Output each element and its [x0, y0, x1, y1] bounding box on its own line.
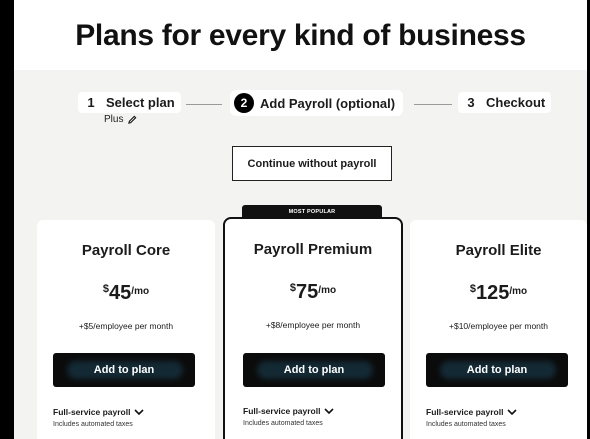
page: Plans for every kind of business 1 Selec… — [14, 0, 587, 439]
price-period: /mo — [509, 286, 528, 297]
continue-without-payroll-button[interactable]: Continue without payroll — [232, 146, 392, 181]
chevron-down-icon — [507, 409, 518, 415]
selected-plan-name: Plus — [104, 114, 124, 125]
plan-price: $75/mo — [225, 281, 401, 304]
step-number-active: 2 — [234, 93, 254, 113]
step-number: 3 — [467, 95, 475, 110]
plan-name: Payroll Elite — [455, 242, 542, 259]
plan-price: $125/mo — [410, 282, 587, 305]
feature-toggle[interactable]: Full-service payroll — [426, 407, 518, 417]
per-employee-note: +$8/employee per month — [265, 320, 361, 330]
feature-label: Full-service payroll — [243, 406, 321, 416]
price-amount: 45 — [109, 282, 132, 304]
feature-description: Includes automated taxes — [243, 420, 323, 427]
button-label: Add to plan — [283, 364, 345, 376]
feature-description: Includes automated taxes — [426, 421, 506, 428]
add-to-plan-button[interactable]: Add to plan — [426, 353, 568, 387]
button-label: Add to plan — [466, 364, 528, 376]
selected-plan: Plus — [104, 114, 137, 125]
add-to-plan-button[interactable]: Add to plan — [53, 353, 195, 387]
feature-toggle[interactable]: Full-service payroll — [243, 406, 335, 416]
plan-name: Payroll Core — [81, 242, 171, 259]
step-label: Add Payroll (optional) — [260, 95, 396, 111]
step-add-payroll[interactable]: 2 Add Payroll (optional) — [230, 90, 404, 116]
step-divider — [186, 104, 222, 105]
chevron-down-icon — [324, 408, 335, 414]
per-employee-note: +$10/employee per month — [449, 321, 548, 331]
plan-card-elite: Payroll Elite $125/mo +$10/employee per … — [410, 220, 587, 439]
step-select-plan[interactable]: 1 Select plan — [78, 92, 181, 113]
feature-label: Full-service payroll — [426, 407, 504, 417]
feature-label: Full-service payroll — [53, 407, 131, 417]
price-amount: 125 — [475, 282, 510, 304]
feature-description: Includes automated taxes — [53, 421, 133, 428]
plan-card-premium: Payroll Premium $75/mo +$8/employee per … — [223, 217, 403, 439]
step-divider — [414, 104, 452, 105]
plan-name: Payroll Premium — [253, 241, 373, 258]
price-period: /mo — [318, 285, 337, 296]
step-label: Checkout — [486, 95, 546, 110]
page-title: Plans for every kind of business — [75, 19, 526, 52]
step-number: 1 — [87, 95, 95, 110]
chevron-down-icon — [134, 409, 145, 415]
plan-price: $45/mo — [37, 282, 215, 305]
stepper: 1 Select plan 2 Add Payroll (optional) 3… — [14, 84, 587, 134]
per-employee-note: +$5/employee per month — [78, 321, 174, 331]
step-label: Select plan — [106, 95, 175, 110]
add-to-plan-button[interactable]: Add to plan — [243, 353, 385, 387]
button-label: Add to plan — [93, 364, 155, 376]
feature-toggle[interactable]: Full-service payroll — [53, 407, 145, 417]
price-amount: 75 — [296, 281, 319, 303]
pencil-icon[interactable] — [128, 115, 137, 124]
price-period: /mo — [131, 286, 150, 297]
plan-card-core: Payroll Core $45/mo +$5/employee per mon… — [37, 220, 215, 439]
step-checkout[interactable]: 3 Checkout — [458, 92, 552, 113]
page-header: Plans for every kind of business — [14, 0, 587, 70]
